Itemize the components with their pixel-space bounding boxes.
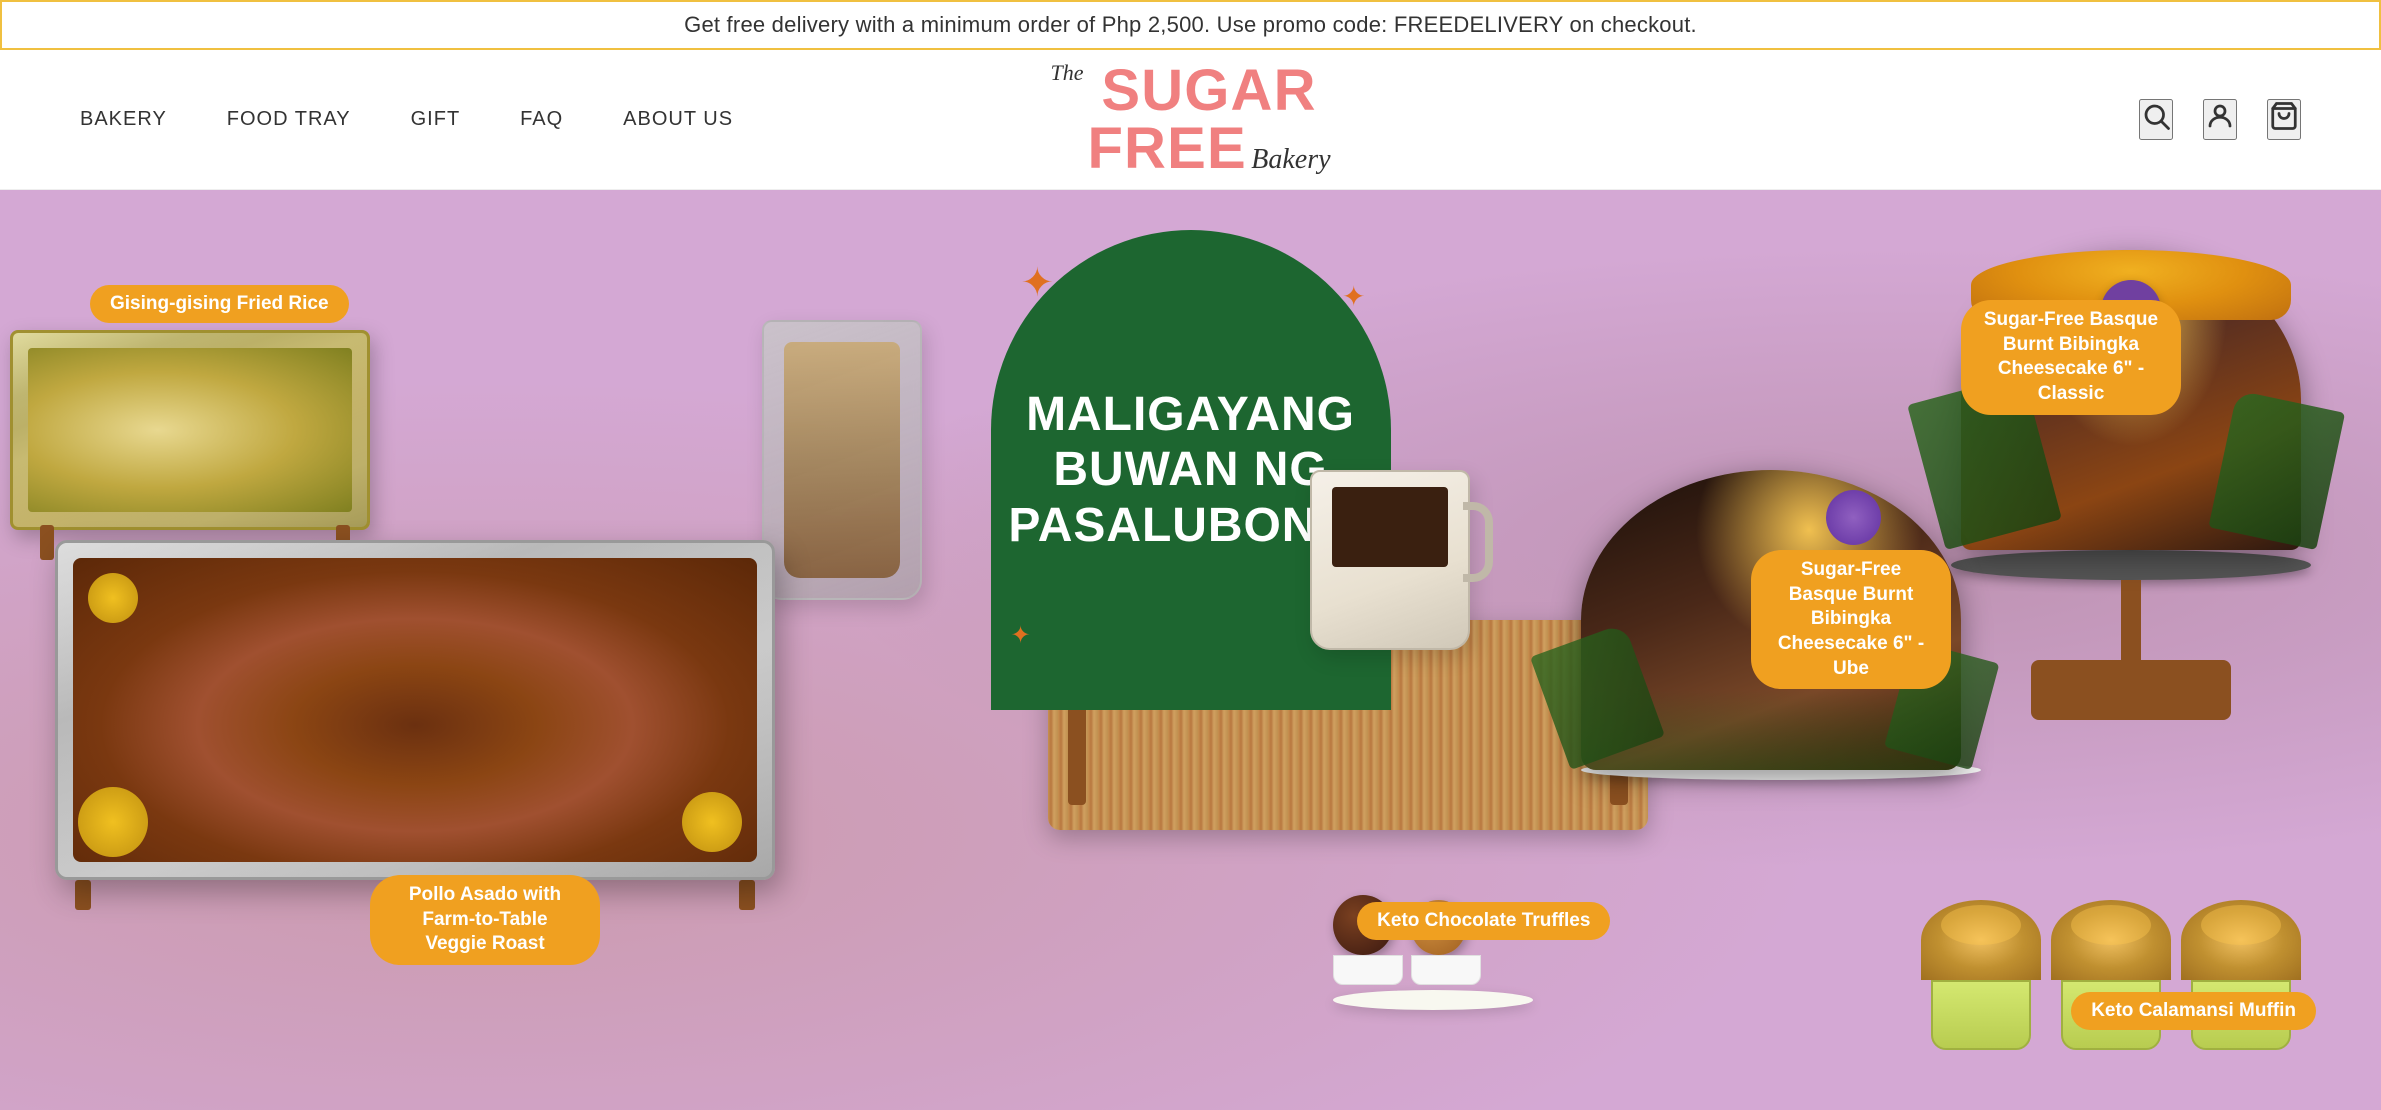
nav-faq[interactable]: FAQ [520,108,563,131]
announcement-text: Get free delivery with a minimum order o… [684,12,1697,37]
logo-the: The [1050,62,1083,84]
label-truffles: Keto Chocolate Truffles [1357,902,1610,940]
search-button[interactable] [2139,99,2173,140]
nav-food-tray[interactable]: FOOD TRAY [227,108,351,131]
logo-free: FREE [1087,116,1246,181]
chicken-tray-area [55,540,775,910]
label-pollo: Pollo Asado with Farm-to-Table Veggie Ro… [370,875,600,965]
hero-section: Gising-gising Fried Rice [0,190,2381,1110]
label-classic-cake: Sugar-Free Basque Burnt Bibingka Cheesec… [1961,300,2181,415]
logo[interactable]: The SUGAR FREE Bakery [1050,62,1330,178]
coffee-mug [1310,470,1510,710]
nav-bakery[interactable]: BAKERY [80,108,167,131]
header-icons [2139,99,2301,140]
fried-rice-tray [10,330,380,560]
nav-gift[interactable]: GIFT [411,108,461,131]
account-button[interactable] [2203,99,2237,140]
header: BAKERY FOOD TRAY GIFT FAQ ABOUT US The S… [0,50,2381,190]
drink-cup [762,320,942,600]
muffin-1 [1921,900,2041,1050]
cart-button[interactable] [2267,99,2301,140]
logo-sugar: SUGAR [1101,58,1316,123]
announcement-bar: Get free delivery with a minimum order o… [0,0,2381,50]
nav-about-us[interactable]: ABOUT US [623,108,733,131]
label-ube-cake: Sugar-Free Basque Burnt Bibingka Cheesec… [1751,550,1951,689]
logo-bakery: Bakery [1251,144,1330,175]
label-muffin: Keto Calamansi Muffin [2071,992,2316,1030]
main-nav: BAKERY FOOD TRAY GIFT FAQ ABOUT US [80,108,733,131]
label-fried-rice: Gising-gising Fried Rice [90,285,349,323]
